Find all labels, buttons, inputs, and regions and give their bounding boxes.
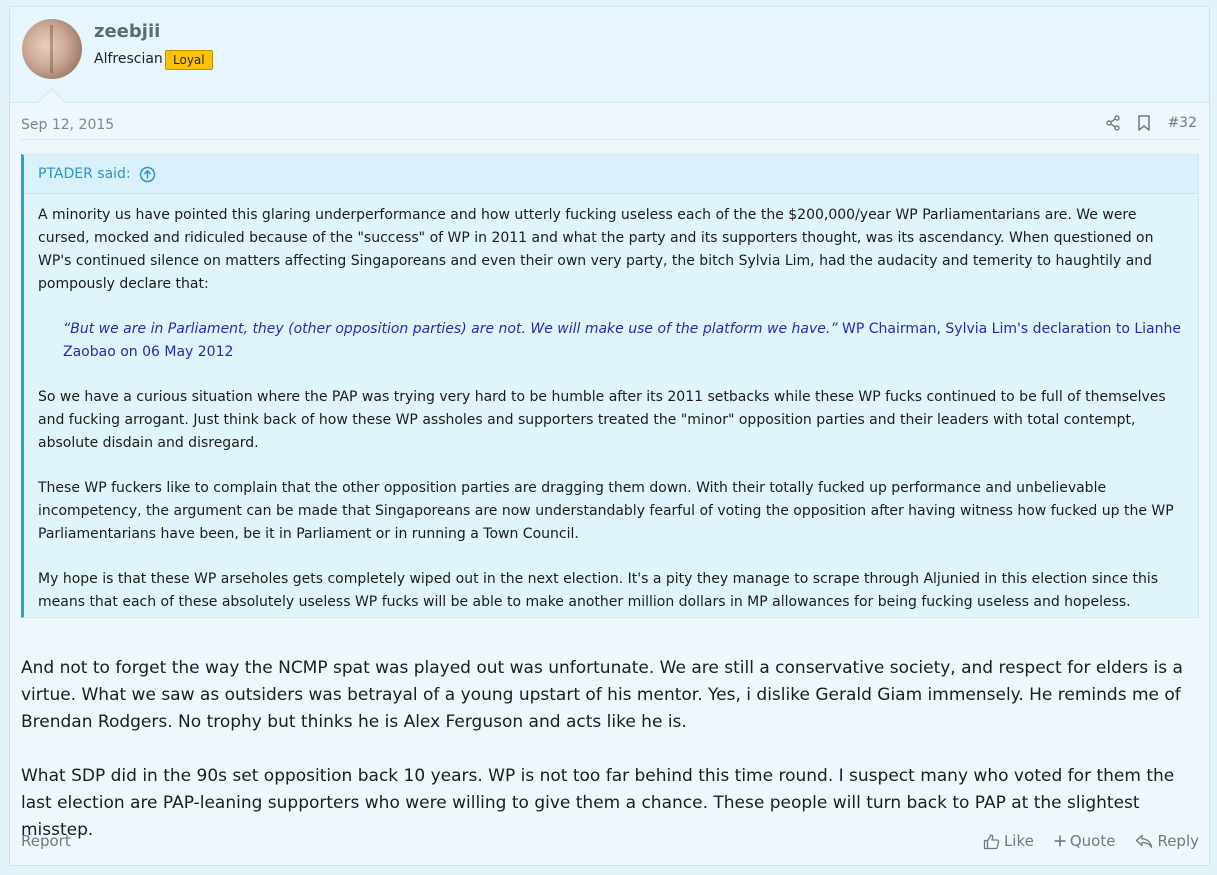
quote-paragraph: So we have a curious situation where the… [38, 389, 1166, 451]
quote-header[interactable]: PTADER said: [24, 155, 1198, 194]
post-meta-actions: #32 [1105, 115, 1197, 131]
quote-label: Quote [1069, 832, 1116, 850]
quote-paragraph: A minority us have pointed this glaring … [38, 207, 1154, 292]
quote-paragraph: My hope is that these WP arseholes gets … [38, 571, 1159, 610]
like-button[interactable]: Like [983, 832, 1034, 850]
user-title: Alfrescian [94, 51, 163, 67]
inner-quote-italic: “But we are in Parliament, they (other o… [63, 321, 838, 337]
avatar[interactable] [22, 19, 82, 79]
reply-icon [1135, 834, 1153, 849]
quote-block: PTADER said: A minority us have pointed … [21, 154, 1199, 618]
forum-post: zeebjii Alfrescian Loyal Sep 12, 2015 #3… [9, 6, 1210, 866]
quote-body: A minority us have pointed this glaring … [24, 194, 1198, 614]
plus-icon [1054, 835, 1066, 847]
arrow-up-circle-icon[interactable] [139, 166, 156, 183]
meta-divider [21, 139, 1199, 140]
quote-author[interactable]: PTADER said: [38, 166, 131, 182]
reply-label: Reply [1157, 832, 1199, 850]
post-actions: Like Quote Reply [983, 832, 1199, 850]
like-label: Like [1003, 832, 1034, 850]
thumbs-up-icon [983, 833, 1000, 850]
user-badge: Loyal [165, 50, 213, 70]
post-user-header: zeebjii Alfrescian Loyal [10, 7, 1209, 103]
reply-button[interactable]: Reply [1135, 832, 1199, 850]
username[interactable]: zeebjii [94, 21, 160, 42]
quote-button[interactable]: Quote [1054, 832, 1116, 850]
quote-paragraph: These WP fuckers like to complain that t… [38, 480, 1174, 542]
share-icon[interactable] [1105, 115, 1121, 131]
report-link[interactable]: Report [21, 832, 71, 850]
post-number[interactable]: #32 [1167, 115, 1197, 131]
post-date[interactable]: Sep 12, 2015 [21, 117, 114, 133]
inner-quote: “But we are in Parliament, they (other o… [63, 318, 1184, 364]
bookmark-icon[interactable] [1137, 115, 1151, 131]
post-paragraph: And not to forget the way the NCMP spat … [21, 658, 1183, 732]
